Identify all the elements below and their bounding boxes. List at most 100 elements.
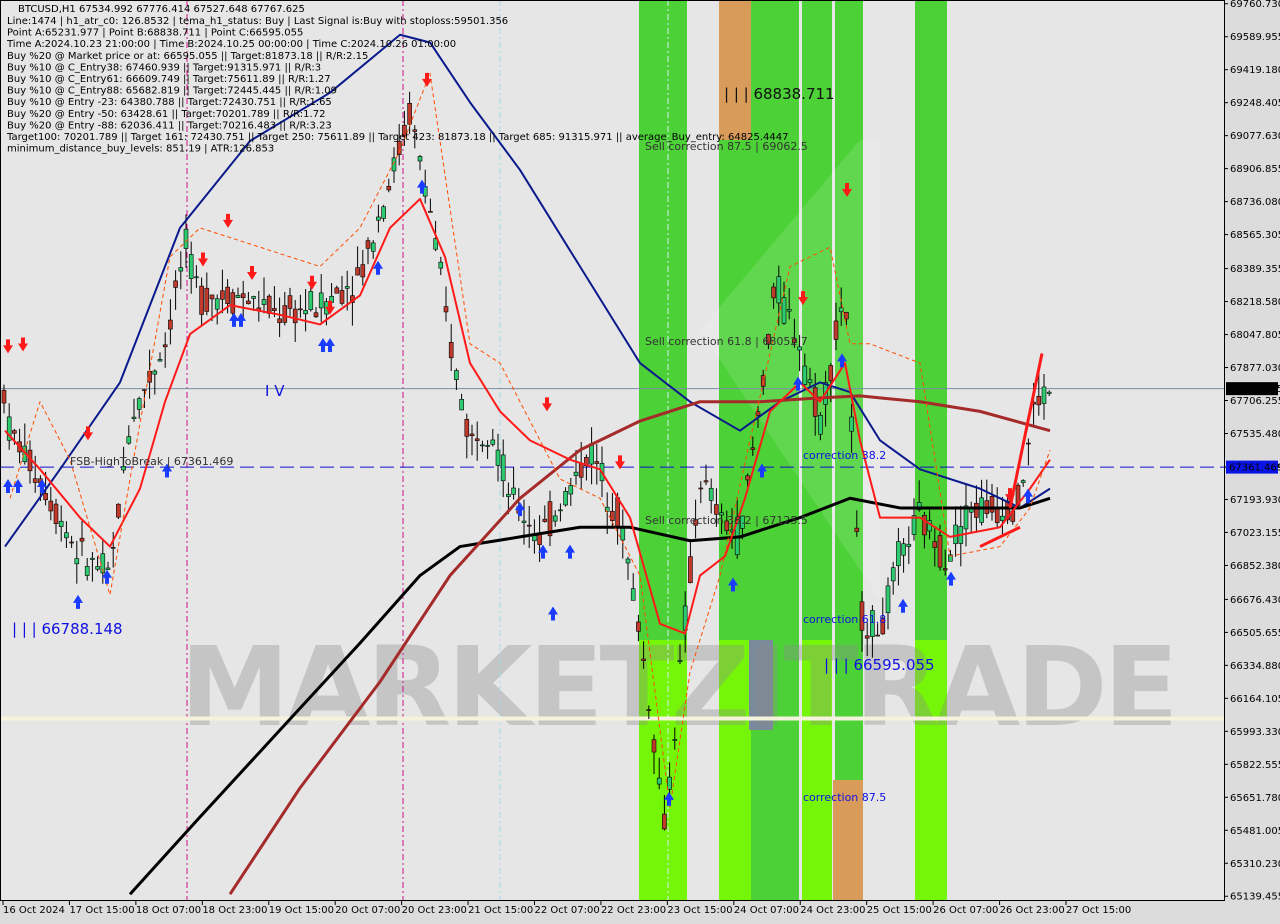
bear-candle: [199, 285, 204, 315]
x-axis: 16 Oct 2024 17 Oct 15:00 18 Oct 07:00 18 Oc…: [0, 900, 1280, 920]
x-tick-label: 24 Oct 23:00: [800, 905, 865, 916]
y-tick-label: 69589.955: [1230, 32, 1280, 43]
x-tick-label: 26 Oct 23:00: [1000, 905, 1065, 916]
bear-candle: [854, 527, 860, 532]
bear-candle: [240, 293, 246, 298]
bear-candle: [615, 497, 620, 527]
bull-candle: [558, 509, 563, 512]
bear-candle: [651, 739, 657, 753]
bull-candle: [625, 558, 631, 564]
price-chart[interactable]: MARKETZITRADE | | | 68838.711 | | | 66595…: [0, 0, 1280, 920]
bear-candle: [610, 510, 615, 522]
bear-candle: [578, 462, 584, 478]
bull-candle: [802, 365, 808, 385]
x-tick-label: 24 Oct 07:00: [734, 905, 799, 916]
info-line: Line:1474 | h1_atr_c0: 126.8532 | tema_h…: [7, 16, 508, 27]
y-tick-label: 65993.330: [1230, 727, 1280, 738]
x-tick-label: 20 Oct 07:00: [335, 905, 400, 916]
bull-candle: [979, 497, 984, 523]
wave-iv-label: I V: [265, 382, 285, 400]
bear-candle: [812, 387, 818, 417]
bear-candle: [355, 267, 360, 276]
bear-candle: [864, 635, 870, 639]
y-tick-label: 67193.930: [1230, 495, 1280, 506]
bear-candle: [464, 419, 470, 437]
bull-candle: [90, 557, 95, 560]
chart-title: BTCUSD,H1 67534.992 67776.414 67527.648 …: [18, 4, 305, 15]
bull-candle: [953, 524, 958, 545]
bull-candle: [480, 444, 485, 447]
fsb-level-label: 67361.469: [1229, 463, 1280, 474]
bear-candle: [942, 568, 948, 571]
bear-candle: [230, 292, 236, 314]
bull-candle: [1000, 515, 1005, 521]
low-label: | | | 66788.148: [12, 620, 123, 638]
y-tick-label: 69760.730: [1230, 0, 1280, 10]
bear-candle: [116, 503, 121, 518]
bear-candle: [48, 500, 54, 512]
info-line: Buy %10 @ C_Entry88: 65682.819 || Target…: [7, 86, 337, 97]
bear-candle: [266, 295, 272, 314]
bull-candle: [136, 398, 142, 410]
bull-candle: [495, 449, 501, 466]
bear-candle: [53, 503, 59, 524]
bear-candle: [448, 342, 454, 359]
bear-candle: [875, 634, 880, 637]
bear-candle: [833, 320, 839, 340]
bull-candle: [1041, 386, 1047, 404]
bull-candle: [901, 543, 906, 556]
bear-candle: [334, 287, 340, 294]
bull-candle: [1020, 480, 1026, 483]
y-tick-label: 68736.080: [1230, 197, 1280, 208]
bear-candle: [79, 537, 85, 542]
info-line: Buy %20 @ Entry -88: 62036.411 || Target…: [7, 120, 332, 131]
bull-candle: [568, 485, 574, 495]
info-line: Buy %10 @ C_Entry38: 67460.939 || Target…: [7, 62, 321, 73]
bull-candle: [786, 309, 792, 312]
chart-container[interactable]: MARKETZITRADE | | | 68838.711 | | | 66595…: [0, 0, 1280, 920]
y-axis: 69760.730 69589.955 69419.180 69248.405 6907…: [1224, 0, 1280, 920]
bull-candle: [573, 471, 579, 476]
correction-875: correction 87.5: [803, 791, 886, 804]
bear-candle: [994, 507, 1000, 524]
y-tick-label: 65310.230: [1230, 859, 1280, 870]
y-tick-label: 66164.105: [1230, 694, 1280, 705]
bear-candle: [287, 295, 293, 309]
bull-candle: [251, 296, 256, 299]
bear-candle: [365, 240, 371, 249]
bull-candle: [818, 415, 823, 435]
x-tick-label: 21 Oct 15:00: [468, 905, 533, 916]
bull-candle: [552, 515, 558, 522]
y-tick-label: 67535.480: [1230, 429, 1280, 440]
current-price-label: 67767.625: [1229, 384, 1280, 395]
y-tick-label: 69248.405: [1230, 98, 1280, 109]
y-tick-label: 69077.630: [1230, 131, 1280, 142]
bear-candle: [474, 438, 480, 441]
bull-candle: [376, 216, 381, 221]
bull-candle: [178, 267, 184, 272]
bull-candle: [890, 567, 896, 582]
bull-candle: [438, 261, 444, 269]
bear-candle: [641, 658, 646, 661]
bull-candle: [776, 276, 782, 304]
bear-candle: [1036, 395, 1042, 406]
bull-candle: [672, 739, 678, 741]
zone-band: [719, 0, 751, 140]
bull-candle: [781, 297, 787, 324]
bear-candle: [828, 365, 834, 382]
bear-candle: [386, 186, 392, 191]
bear-candle: [542, 518, 548, 522]
bull-candle: [417, 156, 423, 162]
bear-candle: [745, 475, 750, 481]
bull-candle: [677, 660, 683, 663]
bear-candle: [526, 524, 532, 527]
bull-candle: [885, 585, 891, 614]
bear-candle: [771, 286, 776, 299]
bear-candle: [209, 294, 215, 300]
bull-candle: [188, 254, 194, 279]
info-line: Buy %10 @ Entry -23: 64380.788 || Target…: [7, 97, 332, 108]
bull-candle: [906, 543, 912, 547]
bull-candle: [131, 416, 137, 419]
point-b-label: | | | 68838.711: [724, 85, 835, 103]
info-line: Buy %20 @ Entry -50: 63428.61 || Target:…: [7, 109, 325, 120]
